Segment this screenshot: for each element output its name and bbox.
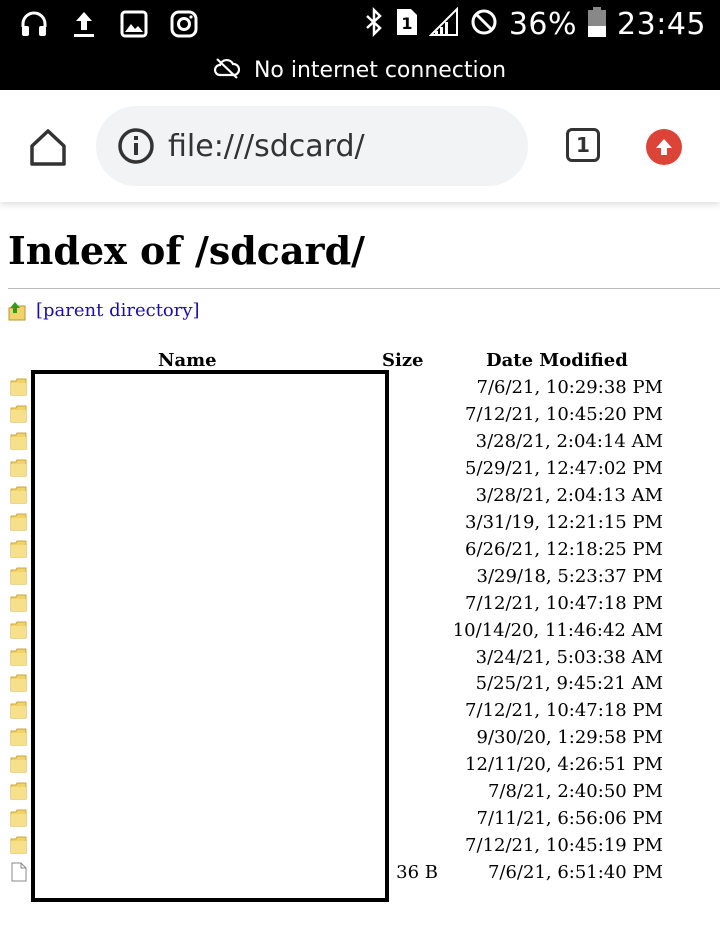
system-status: 1 36% 23:45 [363, 4, 706, 44]
date-modified: 7/12/21, 10:47:18 PM [465, 700, 663, 722]
clock: 23:45 [617, 6, 706, 42]
file-size: 36 B [396, 862, 438, 884]
date-modified: 3/28/21, 2:04:13 AM [475, 484, 663, 506]
parent-directory-row[interactable]: [parent directory] [8, 300, 200, 321]
headphones-icon [18, 8, 50, 40]
folder-icon [10, 377, 28, 397]
date-modified: 3/24/21, 5:03:38 AM [475, 646, 663, 668]
date-modified: 6/26/21, 12:18:25 PM [465, 538, 663, 560]
date-modified: 3/31/19, 12:21:15 PM [465, 511, 663, 533]
folder-icon [10, 781, 28, 801]
tab-count: 1 [576, 133, 590, 157]
url-text[interactable]: file:///sdcard/ [168, 129, 365, 164]
folder-icon [10, 808, 28, 828]
parent-directory-link[interactable]: [parent directory] [36, 300, 200, 321]
date-modified: 9/30/20, 1:29:58 PM [476, 727, 664, 749]
page-title: Index of /sdcard/ [8, 228, 366, 273]
divider [8, 288, 720, 289]
status-bar: 1 36% 23:45 No internet connection [0, 0, 720, 90]
folder-icon [10, 539, 28, 559]
date-modified: 7/6/21, 6:51:40 PM [487, 862, 663, 884]
folder-icon [10, 620, 28, 640]
date-modified: 7/12/21, 10:45:19 PM [465, 835, 663, 857]
date-modified: 7/6/21, 10:29:38 PM [476, 377, 664, 398]
address-bar[interactable]: file:///sdcard/ [96, 106, 528, 186]
column-header-name[interactable]: Name [158, 350, 217, 371]
folder-icon [10, 566, 28, 586]
battery-icon [587, 6, 607, 42]
folder-icon [10, 754, 28, 774]
signal-icon [428, 6, 459, 41]
gallery-icon [118, 8, 150, 40]
folder-icon [10, 727, 28, 747]
home-button[interactable] [26, 126, 70, 170]
date-modified: 3/29/18, 5:23:37 PM [476, 565, 664, 587]
bluetooth-icon [363, 6, 385, 41]
instagram-icon [168, 8, 200, 40]
browser-toolbar: file:///sdcard/ 1 [0, 90, 720, 202]
folder-icon [10, 593, 28, 613]
svg-text:1: 1 [401, 14, 412, 33]
folder-icon [10, 835, 28, 855]
folder-icon [10, 458, 28, 478]
do-not-disturb-icon [469, 7, 499, 41]
home-icon [30, 129, 66, 166]
column-header-date[interactable]: Date Modified [486, 350, 628, 371]
file-icon [10, 862, 28, 882]
date-modified: 12/11/20, 4:26:51 PM [465, 754, 663, 776]
date-modified: 5/25/21, 9:45:21 AM [475, 673, 663, 695]
folder-icon [10, 404, 28, 424]
sim-card-icon: 1 [395, 7, 419, 41]
up-folder-icon [8, 301, 26, 320]
folder-icon [10, 647, 28, 667]
upload-icon [68, 8, 100, 40]
arrow-up-icon [656, 139, 672, 155]
info-icon[interactable] [116, 126, 156, 166]
column-header-size[interactable]: Size [382, 350, 424, 371]
update-button[interactable] [646, 129, 682, 165]
date-modified: 7/8/21, 2:40:50 PM [487, 781, 663, 803]
date-modified: 10/14/20, 11:46:42 AM [452, 619, 663, 641]
battery-percent: 36% [508, 6, 578, 42]
date-modified: 7/12/21, 10:45:20 PM [465, 403, 663, 425]
notice-text: No internet connection [253, 57, 507, 83]
date-modified: 3/28/21, 2:04:14 AM [475, 430, 663, 452]
folder-icon [10, 485, 28, 505]
date-modified: 7/12/21, 10:47:18 PM [465, 592, 663, 614]
folder-icon [10, 431, 28, 451]
folder-icon [10, 512, 28, 532]
date-modified: 7/11/21, 6:56:06 PM [476, 808, 664, 830]
cloud-off-icon [213, 57, 241, 83]
tab-switcher-button[interactable]: 1 [566, 128, 600, 162]
redaction-box [31, 370, 389, 902]
date-modified: 5/29/21, 12:47:02 PM [465, 457, 663, 479]
notification-icons [18, 6, 200, 42]
folder-icon [10, 673, 28, 693]
connectivity-notice: No internet connection [0, 50, 720, 90]
folder-icon [10, 700, 28, 720]
